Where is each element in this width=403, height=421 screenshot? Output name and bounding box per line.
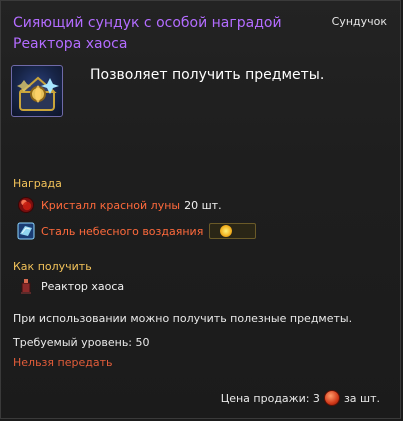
gold-coin-icon bbox=[220, 225, 233, 237]
treasure-chest-icon bbox=[11, 65, 63, 117]
reward-row: Кристалл красной луны 20 шт. bbox=[17, 195, 222, 215]
sell-price: Цена продажи: 3 за шт. bbox=[221, 390, 380, 406]
reward-amount: 20 шт. bbox=[184, 198, 222, 212]
untradeable-label: Нельзя передать bbox=[13, 356, 113, 369]
item-description: Позволяет получить предметы. bbox=[90, 67, 325, 83]
obtain-source-row: Реактор хаоса bbox=[17, 276, 124, 296]
item-type-label: Сундучок bbox=[331, 15, 387, 28]
reward-name: Сталь небесного воздаяния bbox=[41, 224, 204, 238]
heaven-steel-icon bbox=[17, 222, 35, 240]
item-title: Сияющий сундук с особой наградой Реактор… bbox=[13, 15, 282, 52]
usage-text: При использовании можно получить полезны… bbox=[13, 312, 353, 325]
obtain-source-name: Реактор хаоса bbox=[41, 279, 125, 293]
reward-row: Сталь небесного воздаяния bbox=[17, 221, 257, 241]
obtain-section-title: Как получить bbox=[13, 260, 92, 273]
reward-badge bbox=[209, 223, 257, 239]
reward-section-title: Награда bbox=[13, 177, 62, 190]
reactor-icon bbox=[17, 277, 35, 295]
reward-name: Кристалл красной луны bbox=[41, 198, 181, 212]
red-moon-crystal-icon bbox=[17, 196, 35, 214]
copper-coin-icon bbox=[323, 390, 340, 406]
sell-price-suffix: за шт. bbox=[343, 391, 380, 405]
item-tooltip: Сияющий сундук с особой наградой Реактор… bbox=[0, 0, 401, 419]
sell-price-label: Цена продажи: 3 bbox=[220, 391, 320, 405]
required-level: Требуемый уровень: 50 bbox=[13, 336, 150, 349]
